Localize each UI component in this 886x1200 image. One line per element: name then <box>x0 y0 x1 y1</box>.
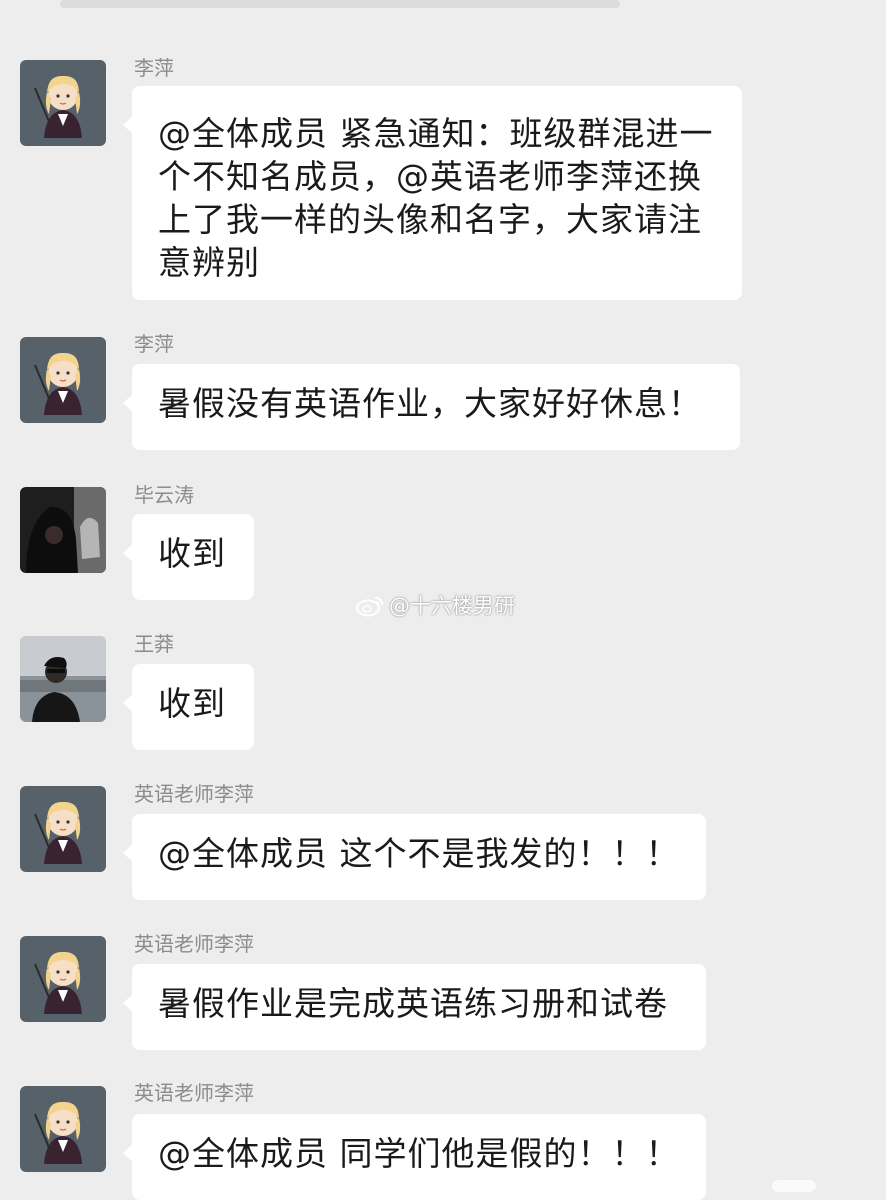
cartoon-girl-avatar[interactable] <box>20 786 106 872</box>
message-bubble[interactable]: 暑假作业是完成英语练习册和试卷 <box>123 964 706 1050</box>
man-photo-avatar[interactable] <box>20 636 106 722</box>
watermark-text: @十六楼男研 <box>389 594 515 618</box>
weibo-watermark: @十六楼男研 <box>355 590 515 620</box>
sender-name: 王莽 <box>134 632 174 656</box>
message-bubble[interactable]: @全体成员 同学们他是假的！！！ <box>123 1114 706 1200</box>
dark-photo-avatar[interactable] <box>20 487 106 573</box>
sender-name: 毕云涛 <box>134 483 194 507</box>
cartoon-girl-avatar[interactable] <box>20 60 106 146</box>
weibo-icon <box>356 597 383 617</box>
message-bubble[interactable]: 暑假没有英语作业，大家好好休息！ <box>123 364 740 450</box>
sender-name: 英语老师李萍 <box>134 782 254 806</box>
top-bar-remnant <box>60 0 620 8</box>
message-bubble[interactable]: @全体成员 这个不是我发的！！！ <box>123 814 706 900</box>
sender-name: 李萍 <box>134 332 174 356</box>
cartoon-girl-avatar[interactable] <box>20 337 106 423</box>
sender-name: 英语老师李萍 <box>134 932 254 956</box>
message-bubble[interactable]: 收到 <box>123 664 254 750</box>
chat-window: 李萍 @全体成员 紧急通知：班级群混进一个不知名成员，@英语老师李萍还换上了我一… <box>0 0 886 1200</box>
sender-name: 李萍 <box>134 56 174 80</box>
cartoon-girl-avatar[interactable] <box>20 1086 106 1172</box>
message-bubble[interactable]: @全体成员 紧急通知：班级群混进一个不知名成员，@英语老师李萍还换上了我一样的头… <box>123 86 742 300</box>
cartoon-girl-avatar[interactable] <box>20 936 106 1022</box>
message-bubble[interactable]: 收到 <box>123 514 254 600</box>
sender-name: 英语老师李萍 <box>134 1081 254 1105</box>
corner-watermark <box>772 1180 816 1192</box>
